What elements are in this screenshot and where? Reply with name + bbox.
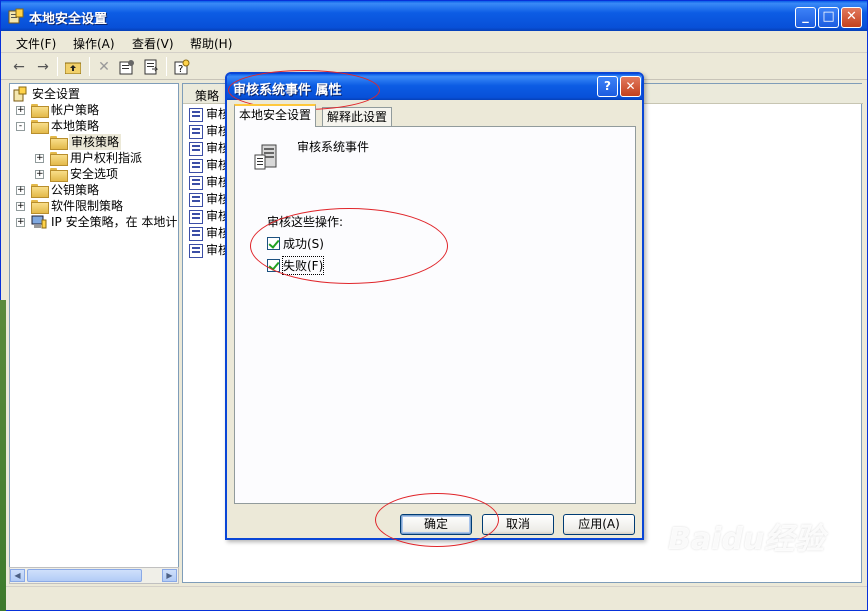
scroll-right-icon[interactable]: ▶	[162, 569, 177, 582]
scroll-left-icon[interactable]: ◀	[10, 569, 25, 582]
list-item[interactable]: 审核	[189, 208, 230, 225]
list-item[interactable]: 审核	[189, 123, 230, 140]
watermark-url: jingyan.baidu.com	[700, 560, 802, 573]
menu-action[interactable]: 操作(A)	[73, 35, 115, 52]
dialog-close-button[interactable]: ✕	[620, 76, 641, 97]
properties-dialog: 审核系统事件 属性 ? ✕ 本地安全设置 解释此设置 审核系统事件 审核这些操作…	[225, 72, 644, 540]
policy-icon	[189, 192, 203, 207]
help-button[interactable]: ?	[597, 76, 618, 97]
policy-icon	[189, 175, 203, 190]
success-checkbox[interactable]: 成功(S)	[267, 235, 324, 251]
folder-icon	[50, 136, 68, 150]
policy-icon	[189, 107, 203, 122]
menu-view[interactable]: 查看(V)	[132, 35, 174, 52]
policy-icon	[189, 243, 203, 258]
collapse-icon[interactable]: -	[16, 122, 25, 131]
policy-icon	[189, 158, 203, 173]
open-folder-icon	[31, 120, 49, 134]
checkbox-checked-icon[interactable]	[267, 258, 280, 272]
apply-button[interactable]: 应用(A)	[563, 514, 635, 535]
tree-item-label: 安全选项	[70, 167, 119, 181]
list-item[interactable]: 审核	[189, 191, 230, 208]
ok-button[interactable]: 确定	[400, 514, 472, 535]
tree-item-label: IP 安全策略，在 本地计	[51, 215, 178, 229]
audit-group-label: 审核这些操作:	[267, 215, 344, 229]
expand-icon[interactable]: +	[16, 218, 25, 227]
main-title-bar[interactable]: 本地安全设置 _ □ ✕	[1, 1, 867, 31]
expand-icon[interactable]: +	[16, 106, 25, 115]
properties-icon[interactable]	[117, 57, 137, 76]
tree-item-label: 本地策略	[51, 119, 100, 133]
desktop-background	[0, 300, 6, 611]
expand-icon[interactable]: +	[35, 154, 44, 163]
scroll-thumb[interactable]	[27, 569, 142, 582]
security-settings-icon	[8, 8, 24, 24]
folder-icon	[50, 168, 68, 182]
menu-file[interactable]: 文件(F)	[16, 35, 56, 52]
up-folder-icon[interactable]	[63, 57, 83, 76]
list-item[interactable]: 审核	[189, 157, 230, 174]
cancel-button[interactable]: 取消	[482, 514, 554, 535]
server-policy-icon	[254, 144, 277, 170]
toolbar-separator	[57, 57, 58, 76]
tree-pane[interactable]: 安全设置 + 帐户策略 - 本地策略 审核策略 + 用户权利指派 + 安全选项 …	[9, 83, 179, 583]
tab-explain-setting[interactable]: 解释此设置	[322, 107, 393, 127]
expand-icon[interactable]: +	[16, 202, 25, 211]
list-item[interactable]: 审核	[189, 106, 230, 123]
list-item[interactable]: 审核	[189, 225, 230, 242]
column-header-label: 策略	[195, 89, 220, 103]
expand-icon[interactable]: +	[35, 170, 44, 179]
tab-page: 审核系统事件 审核这些操作: 成功(S) 失败(F)	[234, 126, 636, 504]
maximize-button[interactable]: □	[818, 7, 839, 28]
dialog-title-bar[interactable]: 审核系统事件 属性 ? ✕	[227, 74, 642, 100]
help-icon[interactable]: ?	[172, 57, 192, 76]
policy-icon	[189, 209, 203, 224]
list-item[interactable]: 审核	[189, 174, 230, 191]
status-bar	[1, 586, 867, 610]
dialog-title: 审核系统事件 属性	[233, 83, 342, 98]
expand-icon[interactable]: +	[16, 186, 25, 195]
watermark-logo: Baidu经验	[668, 522, 825, 557]
forward-icon[interactable]: →	[33, 57, 53, 76]
folder-icon	[31, 184, 49, 198]
tree-item-label: 软件限制策略	[51, 199, 124, 213]
policy-icon	[189, 226, 203, 241]
export-icon[interactable]	[141, 57, 161, 76]
tree-item-label: 审核策略	[69, 134, 122, 150]
tree-item-label: 帐户策略	[51, 103, 100, 117]
tree-horizontal-scrollbar[interactable]: ◀ ▶	[9, 567, 179, 584]
tree-root-label: 安全设置	[32, 87, 81, 101]
tab-local-security-setting[interactable]: 本地安全设置	[234, 104, 317, 127]
policy-name: 审核系统事件	[297, 140, 370, 154]
close-button[interactable]: ✕	[841, 7, 862, 28]
minimize-button[interactable]: _	[795, 7, 816, 28]
tree-item-ip-security[interactable]: + IP 安全策略，在 本地计	[10, 214, 178, 230]
folder-icon	[31, 104, 49, 118]
folder-icon	[50, 152, 68, 166]
menu-help[interactable]: 帮助(H)	[190, 35, 232, 52]
list-item[interactable]: 审核	[189, 140, 230, 157]
failure-checkbox[interactable]: 失败(F)	[267, 255, 325, 275]
policy-icon	[189, 124, 203, 139]
svg-text:?: ?	[178, 64, 183, 75]
checkbox-checked-icon[interactable]	[267, 236, 280, 250]
toolbar-separator	[89, 57, 90, 76]
list-item[interactable]: 审核	[189, 242, 230, 259]
policy-icon	[189, 141, 203, 156]
folder-icon	[31, 200, 49, 214]
back-icon[interactable]: ←	[9, 57, 29, 76]
security-settings-icon	[13, 86, 27, 102]
menu-bar: 文件(F) 操作(A) 查看(V) 帮助(H)	[1, 31, 867, 53]
tree-item-label: 公钥策略	[51, 183, 100, 197]
toolbar-separator	[166, 57, 167, 76]
window-title: 本地安全设置	[29, 12, 108, 27]
success-checkbox-label: 成功(S)	[283, 236, 324, 251]
failure-checkbox-label: 失败(F)	[281, 255, 325, 275]
delete-icon[interactable]: ✕	[94, 57, 114, 76]
tree-item-label: 用户权利指派	[70, 151, 143, 165]
computer-icon	[31, 215, 47, 229]
